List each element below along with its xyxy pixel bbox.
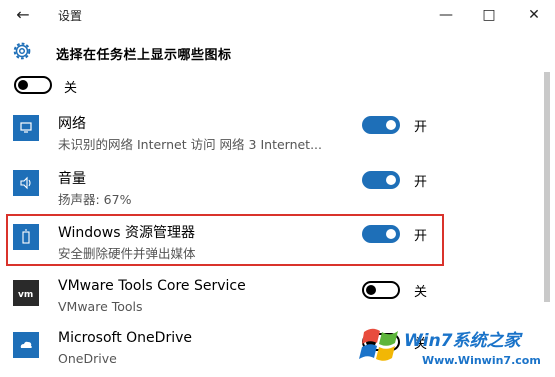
highlight-box <box>6 214 444 266</box>
watermark-brand: Win7系统之家 <box>404 331 521 351</box>
page-header: 选择在任务栏上显示哪些图标 <box>0 36 555 72</box>
svg-text:vm: vm <box>18 290 33 300</box>
minimize-icon[interactable]: — <box>431 4 461 26</box>
item-subtitle: 未识别的网络 Internet 访问 网络 3 Internet... <box>58 137 323 152</box>
toggle-state-label: 关 <box>64 81 78 96</box>
item-name: Microsoft OneDrive <box>58 330 192 346</box>
page-title: 选择在任务栏上显示哪些图标 <box>56 48 232 63</box>
toggle-state-label: 开 <box>414 120 428 135</box>
toggle-knob <box>18 80 28 90</box>
watermark: Win7系统之家 Www.Winwin7.com <box>358 318 550 374</box>
toggle-switch-network[interactable] <box>362 116 400 134</box>
gear-icon <box>13 42 31 60</box>
toggle-state-label: 关 <box>414 285 428 300</box>
toggle-knob <box>366 285 376 295</box>
toggle-switch-vmware[interactable] <box>362 281 400 299</box>
window-title: 设置 <box>58 9 83 23</box>
toggle-knob <box>386 175 396 185</box>
scrollbar[interactable] <box>544 72 550 302</box>
toggle-state-label: 开 <box>414 175 428 190</box>
network-icon <box>13 115 39 141</box>
windows-logo-icon <box>359 328 398 361</box>
toggle-switch-volume[interactable] <box>362 171 400 189</box>
toggle-switch[interactable] <box>14 76 52 94</box>
maximize-icon[interactable]: □ <box>474 4 504 26</box>
watermark-url: Www.Winwin7.com <box>422 354 541 367</box>
speaker-icon <box>13 170 39 196</box>
item-name: VMware Tools Core Service <box>58 278 246 294</box>
cloud-icon <box>13 332 39 358</box>
list-item-volume: 音量 扬声器: 67% 开 <box>0 160 540 215</box>
list-item-network: 网络 未识别的网络 Internet 访问 网络 3 Internet... 开 <box>0 105 540 160</box>
item-name: 音量 <box>58 171 86 187</box>
back-arrow-icon[interactable]: ← <box>12 4 34 26</box>
item-subtitle: VMware Tools <box>58 299 143 314</box>
item-subtitle: OneDrive <box>58 351 117 366</box>
close-icon[interactable]: ✕ <box>519 4 549 26</box>
partial-setting-row: 关 <box>0 72 540 100</box>
title-bar: ← 设置 — □ ✕ <box>0 0 555 30</box>
item-name: 网络 <box>58 116 86 132</box>
vmware-icon: vm <box>13 280 39 306</box>
item-subtitle: 扬声器: 67% <box>58 192 132 207</box>
toggle-knob <box>386 120 396 130</box>
list-item-vmware: vm VMware Tools Core Service VMware Tool… <box>0 270 540 325</box>
